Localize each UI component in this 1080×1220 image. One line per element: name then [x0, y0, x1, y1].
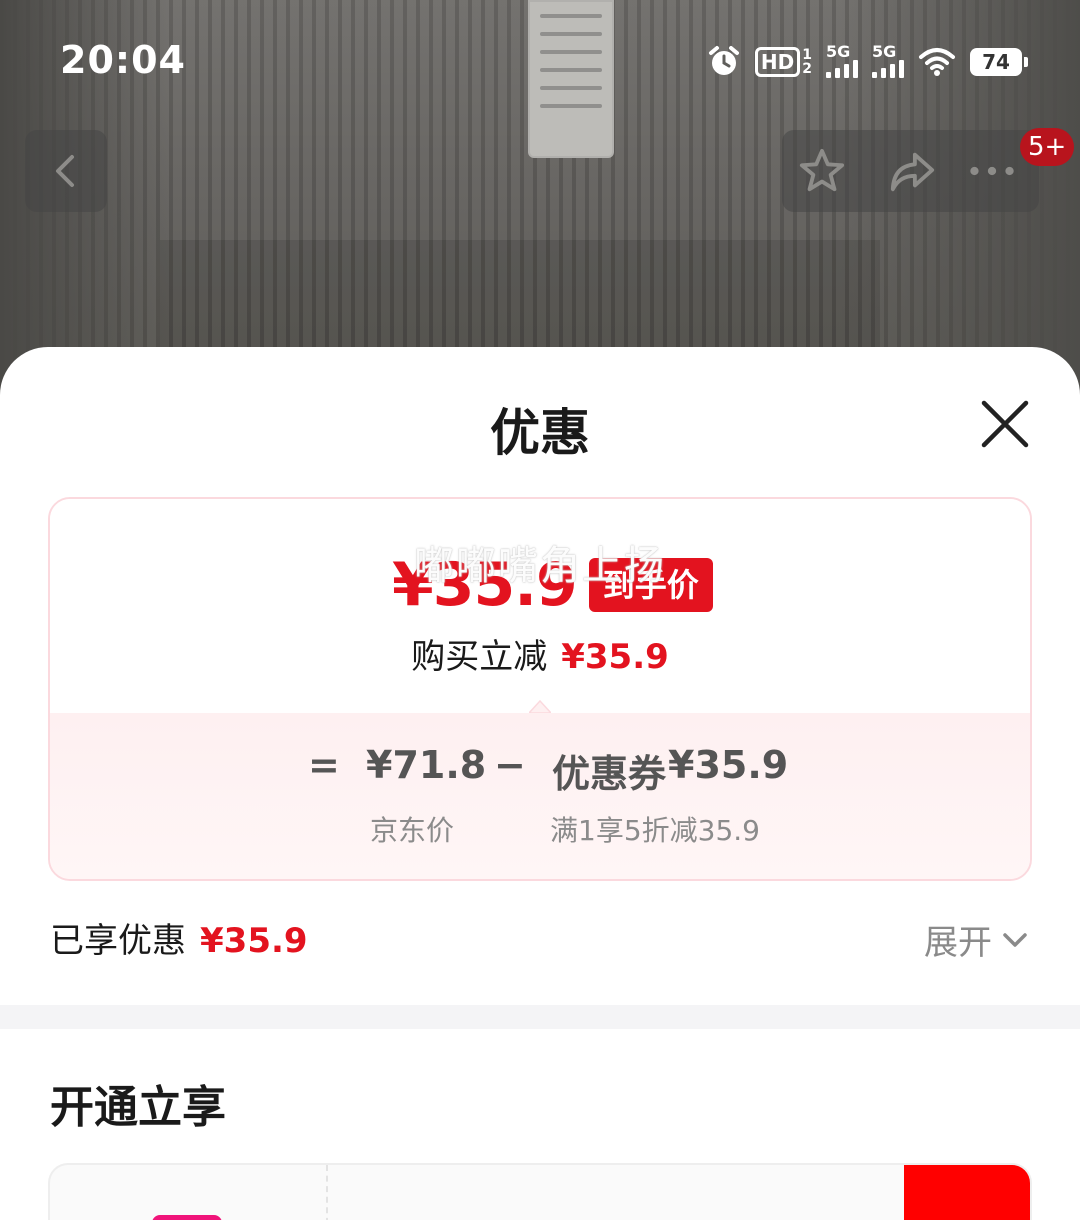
network-type-label: 5G: [872, 42, 897, 61]
alarm-icon: [707, 44, 741, 80]
minus-sign: −: [494, 743, 526, 787]
expand-button[interactable]: 展开: [924, 915, 1028, 964]
enjoyed-amount: ¥35.9: [200, 921, 308, 961]
battery-icon: 74: [970, 44, 1028, 80]
membership-offer-card[interactable]: [48, 1163, 1032, 1220]
open-membership-button[interactable]: [904, 1165, 1030, 1220]
membership-logo: [152, 1215, 222, 1220]
signal-5g-icon: 5G: [872, 44, 904, 80]
chevron-down-icon: [1003, 932, 1027, 947]
message-badge: 5+: [1020, 128, 1075, 166]
coupon-label: 优惠券: [552, 752, 667, 796]
price-breakdown-card: ¥35.9 到手价 嘟嘟嘴角上扬 购买立减 ¥35.9 = ¥71.8 − 优惠券…: [48, 497, 1032, 881]
more-button[interactable]: [968, 147, 1016, 195]
jd-price: ¥71.8: [366, 743, 487, 787]
wifi-icon: [918, 44, 956, 80]
section-pointer: [529, 699, 551, 713]
enjoyed-label: 已享优惠: [50, 921, 186, 961]
status-icons: HD 1 2 5G 5G 74: [707, 42, 1028, 82]
chevron-left-icon: [56, 155, 74, 187]
expand-label: 展开: [924, 923, 992, 963]
sim1-label: 1: [802, 47, 812, 63]
status-time: 20:04: [60, 38, 186, 82]
battery-level: 74: [970, 48, 1028, 76]
hd-label: HD: [754, 47, 801, 77]
price-formula: = ¥71.8 − 优惠券 ¥35.9: [50, 743, 1030, 799]
close-icon: [981, 400, 1029, 448]
coupon-caption: 满1享5折减35.9: [550, 814, 760, 847]
reduce-label: 购买立减: [411, 637, 548, 677]
final-price-section: ¥35.9 到手价 嘟嘟嘴角上扬 购买立减 ¥35.9: [50, 499, 1030, 713]
star-icon: [799, 148, 845, 192]
sim2-label: 2: [802, 61, 812, 77]
share-icon: [890, 152, 935, 192]
section-title: 开通立享: [50, 1082, 226, 1133]
card-dashed-divider: [326, 1165, 328, 1220]
top-action-group: [782, 130, 1039, 212]
signal-5g-icon: 5G: [826, 44, 858, 80]
share-button[interactable]: [888, 147, 936, 195]
reduce-amount: ¥35.9: [561, 637, 669, 677]
discount-sheet: 优惠 ¥35.9 到手价 嘟嘟嘴角上扬 购买立减 ¥35.9 = ¥71.8 − …: [0, 347, 1080, 1220]
favorite-button[interactable]: [798, 147, 846, 195]
network-type-label: 5G: [826, 42, 851, 61]
status-bar: 20:04 HD 1 2 5G 5G 74: [0, 0, 1080, 120]
section-divider: [0, 1005, 1080, 1029]
enjoyed-discount: 已享优惠 ¥35.9: [50, 913, 308, 962]
more-icon: [970, 166, 1014, 176]
sheet-title: 优惠: [490, 404, 590, 462]
watermark-text: 嘟嘟嘴角上扬: [414, 543, 666, 589]
coupon-amount: ¥35.9: [668, 743, 789, 787]
back-button[interactable]: [25, 130, 107, 212]
reduce-row: 购买立减 ¥35.9: [50, 629, 1030, 678]
close-button[interactable]: [978, 397, 1032, 451]
equals-sign: =: [308, 743, 340, 787]
jd-price-caption: 京东价: [370, 814, 455, 847]
hd-icon: HD 1 2: [754, 44, 812, 80]
